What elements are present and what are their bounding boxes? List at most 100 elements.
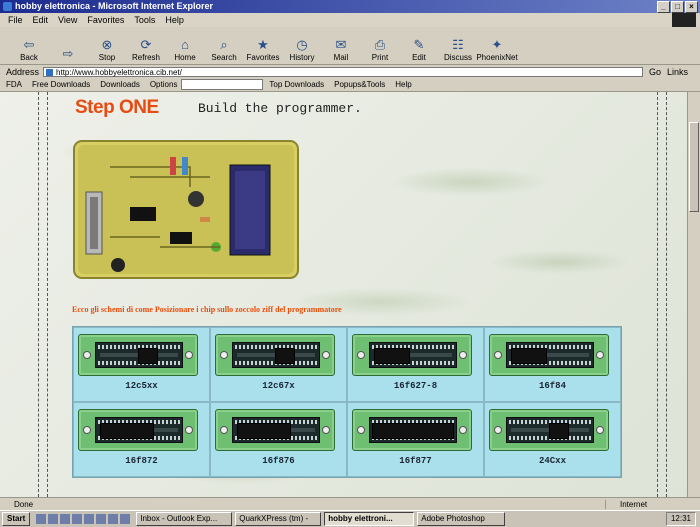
ziff-socket bbox=[232, 417, 320, 443]
chip-placement-grid: 12c5xx 12c67x 16f627-8 16f84 16f872 16f876 16f… bbox=[72, 326, 622, 478]
chip bbox=[138, 348, 158, 364]
forward-arrow-icon: ⇨ bbox=[62, 46, 74, 61]
ie-logo-icon bbox=[3, 2, 12, 11]
quick-launch-icon[interactable] bbox=[60, 514, 71, 524]
mail-icon: ✉ bbox=[335, 37, 347, 52]
toolbar-label: Stop bbox=[98, 53, 116, 62]
home-icon: ⌂ bbox=[181, 37, 189, 52]
quick-launch-icon[interactable] bbox=[84, 514, 95, 524]
task-browser[interactable]: hobby elettroni... bbox=[324, 512, 415, 526]
free-downloads-link[interactable]: Free Downloads bbox=[32, 80, 90, 89]
status-bar: Done Internet bbox=[0, 497, 700, 511]
start-button[interactable]: Start bbox=[2, 512, 31, 526]
window-title: hobby elettronica - Microsoft Internet E… bbox=[15, 1, 214, 11]
vertical-scrollbar[interactable] bbox=[687, 92, 700, 497]
edit-button[interactable]: ✎ Edit bbox=[400, 37, 438, 64]
stop-button[interactable]: ⊗ Stop bbox=[88, 37, 126, 64]
top-downloads-link[interactable]: Top Downloads bbox=[269, 80, 324, 89]
chip-label: 16f627-8 bbox=[393, 381, 438, 391]
history-icon: ◷ bbox=[296, 37, 308, 52]
home-button[interactable]: ⌂ Home bbox=[166, 37, 204, 64]
search-button[interactable]: ⌕ Search bbox=[205, 37, 243, 64]
chip-label: 12c5xx bbox=[125, 381, 158, 391]
address-label: Address bbox=[6, 66, 40, 77]
fda-label: FDA bbox=[6, 80, 22, 89]
print-button[interactable]: ⎙ Print bbox=[361, 37, 399, 64]
favorites-button[interactable]: ★ Favorites bbox=[244, 37, 282, 64]
close-button[interactable]: × bbox=[685, 1, 698, 13]
chip-label: 16f876 bbox=[262, 456, 295, 466]
menu-favorites[interactable]: Favorites bbox=[87, 15, 124, 25]
menu-file[interactable]: File bbox=[8, 15, 23, 25]
history-button[interactable]: ◷ History bbox=[283, 37, 321, 64]
popups-tools-link[interactable]: Popups&Tools bbox=[334, 80, 385, 89]
mail-button[interactable]: ✉ Mail bbox=[322, 37, 360, 64]
options-link[interactable]: Options bbox=[150, 80, 178, 89]
minimize-button[interactable]: _ bbox=[657, 1, 670, 13]
task-outlook[interactable]: Inbox - Outlook Exp... bbox=[136, 512, 233, 526]
quick-launch-icon[interactable] bbox=[72, 514, 83, 524]
refresh-icon: ⟳ bbox=[140, 37, 152, 52]
ziff-socket bbox=[506, 417, 594, 443]
chip bbox=[237, 423, 291, 439]
windows-logo-icon bbox=[672, 13, 696, 27]
menu-tools[interactable]: Tools bbox=[134, 15, 155, 25]
help-link[interactable]: Help bbox=[395, 80, 411, 89]
toolbar-label: Back bbox=[20, 53, 38, 62]
taskbar: Start Inbox - Outlook Exp... QuarkXPress… bbox=[0, 510, 700, 527]
chip-cell: 12c67x bbox=[210, 327, 347, 402]
edit-icon: ✎ bbox=[413, 37, 425, 52]
chip bbox=[549, 423, 569, 439]
chip-cell: 16f627-8 bbox=[347, 327, 484, 402]
left-rail bbox=[38, 92, 48, 497]
chip bbox=[374, 348, 410, 364]
browser-toolbar: ⇦ Back ⇨ ⊗ Stop ⟳ Refresh ⌂ Home ⌕ Search ★ Favorite… bbox=[0, 27, 700, 65]
chip-cell: 16f872 bbox=[73, 402, 210, 477]
quick-launch-icon[interactable] bbox=[96, 514, 107, 524]
address-bar: Address http://www.hobbyelettronica.cib.… bbox=[0, 65, 700, 79]
window-controls: _ □ × bbox=[657, 1, 698, 13]
menu-view[interactable]: View bbox=[58, 15, 77, 25]
discuss-icon: ☷ bbox=[452, 37, 464, 52]
quick-launch-icon[interactable] bbox=[48, 514, 59, 524]
menu-help[interactable]: Help bbox=[165, 15, 184, 25]
forward-button[interactable]: ⇨ bbox=[49, 46, 87, 64]
quick-launch-icon[interactable] bbox=[120, 514, 131, 524]
maximize-button[interactable]: □ bbox=[671, 1, 684, 13]
discuss-button[interactable]: ☷ Discuss bbox=[439, 37, 477, 64]
quick-launch-icon[interactable] bbox=[36, 514, 47, 524]
downloads-link[interactable]: Downloads bbox=[100, 80, 140, 89]
toolbar-label: Favorites bbox=[246, 53, 280, 62]
ziff-socket-diagram bbox=[78, 334, 198, 376]
task-photoshop[interactable]: Adobe Photoshop bbox=[417, 512, 506, 526]
clock: 12:31 bbox=[665, 512, 696, 526]
toolbar-label: Discuss bbox=[443, 53, 472, 62]
quick-launch bbox=[36, 514, 131, 524]
refresh-button[interactable]: ⟳ Refresh bbox=[127, 37, 165, 64]
address-input[interactable]: http://www.hobbyelettronica.cib.net/ bbox=[43, 66, 644, 77]
go-button[interactable]: Go bbox=[649, 67, 661, 77]
right-rail bbox=[657, 92, 667, 497]
search-icon: ⌕ bbox=[220, 37, 228, 52]
back-button[interactable]: ⇦ Back bbox=[10, 37, 48, 64]
programmer-board-photo bbox=[73, 140, 299, 279]
chip-cell: 12c5xx bbox=[73, 327, 210, 402]
links-button[interactable]: Links bbox=[667, 67, 688, 77]
quick-launch-icon[interactable] bbox=[108, 514, 119, 524]
menu-edit[interactable]: Edit bbox=[33, 15, 49, 25]
toolbar-label: Search bbox=[211, 53, 237, 62]
page-title: Step ONE bbox=[75, 97, 159, 118]
window-titlebar: hobby elettronica - Microsoft Internet E… bbox=[0, 0, 700, 13]
search-combo[interactable] bbox=[181, 79, 264, 90]
ziff-socket-diagram bbox=[489, 334, 609, 376]
chip-label: 16f877 bbox=[399, 456, 432, 466]
toolbar-label: Refresh bbox=[131, 53, 160, 62]
phoenixnet-button[interactable]: ✦ PhoenixNet bbox=[476, 37, 517, 64]
caption-text: Ecco gli schemi di come Posizionare i ch… bbox=[72, 305, 342, 314]
task-quarkxpress[interactable]: QuarkXPress (tm) - bbox=[235, 512, 322, 526]
chip-label: 12c67x bbox=[262, 381, 295, 391]
chip-cell: 16f84 bbox=[484, 327, 621, 402]
scrollbar-thumb[interactable] bbox=[689, 122, 699, 212]
chip bbox=[100, 423, 154, 439]
page-subtitle: Build the programmer. bbox=[198, 101, 362, 116]
